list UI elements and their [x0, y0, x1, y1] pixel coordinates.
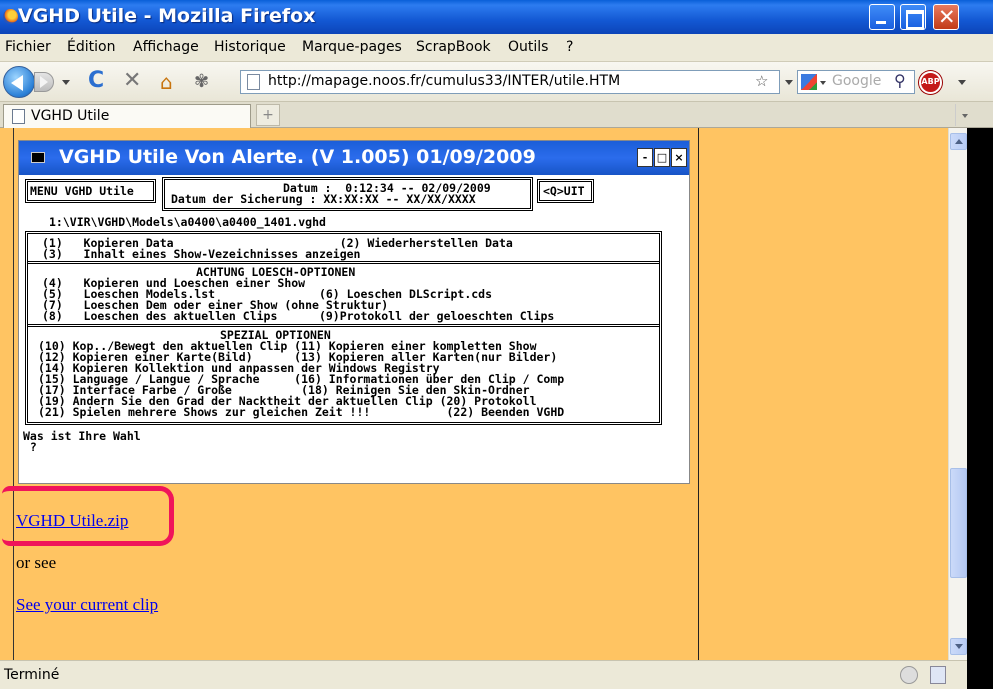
- scroll-up-button[interactable]: [950, 133, 967, 150]
- reload-icon[interactable]: C: [88, 68, 104, 93]
- menu-marque-pages[interactable]: Marque-pages: [302, 39, 402, 55]
- divider-1: [28, 261, 659, 264]
- toolbar-overflow-icon[interactable]: [958, 80, 966, 85]
- console-title: VGHD Utile Von Alerte. (V 1.005) 01/09/2…: [59, 146, 536, 168]
- console-title-bar: VGHD Utile Von Alerte. (V 1.005) 01/09/2…: [19, 141, 689, 175]
- tab-vghd-utile[interactable]: VGHD Utile: [3, 104, 251, 128]
- console-close-icon: ×: [671, 148, 687, 167]
- vertical-scrollbar[interactable]: [948, 128, 967, 660]
- current-clip-link[interactable]: See your current clip: [16, 595, 158, 615]
- column-divider: [698, 128, 699, 660]
- google-icon[interactable]: [801, 74, 817, 90]
- scroll-down-button[interactable]: [950, 638, 967, 655]
- file-path: 1:\VIR\VGHD\Models\a0400\a0400_1401.vghd: [49, 215, 326, 229]
- section-3: (10) Kop../Bewegt den aktuellen Clip (11…: [38, 339, 565, 419]
- tab-label: VGHD Utile: [31, 108, 110, 124]
- search-placeholder[interactable]: Google: [832, 73, 881, 89]
- divider-2: [28, 324, 659, 327]
- maximize-button[interactable]: [900, 4, 926, 30]
- page-icon: [247, 74, 260, 90]
- status-bar: Terminé: [0, 660, 967, 689]
- new-tab-button[interactable]: +: [256, 104, 280, 126]
- console-minimize-icon: -: [637, 148, 653, 167]
- search-engine-dropdown-icon[interactable]: [820, 81, 826, 85]
- status-bar-edge: [967, 660, 993, 689]
- adblock-plus-icon[interactable]: ABP: [919, 71, 942, 94]
- firefox-icon: [3, 9, 18, 24]
- url-dropdown-icon[interactable]: [785, 80, 793, 85]
- minimize-button[interactable]: [869, 4, 895, 30]
- quit-label: <Q>UIT: [543, 184, 585, 198]
- menu-label: MENU VGHD Utile: [30, 184, 134, 198]
- window-title-bar[interactable]: VGHD Utile - Mozilla Firefox ✕: [0, 0, 993, 34]
- console-screenshot: VGHD Utile Von Alerte. (V 1.005) 01/09/2…: [18, 140, 690, 484]
- scroll-thumb[interactable]: [950, 468, 967, 578]
- menu-bar: Fichier Édition Affichage Historique Mar…: [0, 34, 993, 62]
- stop-icon[interactable]: ✕: [123, 68, 141, 93]
- search-icon[interactable]: ⚲: [894, 71, 906, 90]
- home-icon[interactable]: ⌂: [160, 70, 173, 94]
- status-text: Terminé: [4, 667, 60, 683]
- window-right-edge: [967, 128, 993, 660]
- prompt: Was ist Ihre Wahl ?: [23, 429, 141, 454]
- forward-button[interactable]: [34, 72, 54, 92]
- console-maximize-icon: □: [654, 148, 670, 167]
- page-icon: [12, 109, 25, 124]
- tab-list-dropdown-icon[interactable]: [955, 104, 975, 126]
- quit-box: <Q>UIT: [537, 179, 594, 203]
- history-dropdown-icon[interactable]: [62, 80, 70, 85]
- back-button[interactable]: [3, 66, 35, 98]
- console-body: MENU VGHD Utile Datum : 0:12:34 -- 02/09…: [19, 175, 689, 483]
- menu-historique[interactable]: Historique: [214, 39, 286, 55]
- search-bar[interactable]: Google ⚲: [797, 70, 915, 94]
- menu-box: MENU VGHD Utile: [25, 179, 156, 203]
- section-2: (4) Kopieren und Loeschen einer Show (5)…: [42, 276, 555, 323]
- status-addon-icon[interactable]: [900, 666, 918, 684]
- datum-box: Datum : 0:12:34 -- 02/09/2009 Datum der …: [162, 177, 533, 211]
- status-page-icon[interactable]: [930, 666, 946, 684]
- abp-label: ABP: [921, 77, 940, 86]
- menu-fichier[interactable]: Fichier: [5, 39, 51, 55]
- navigation-toolbar: C ✕ ⌂ ✾ http://mapage.noos.fr/cumulus33/…: [0, 62, 993, 102]
- window-title: VGHD Utile - Mozilla Firefox: [18, 5, 316, 27]
- options-box: (1) Kopieren Data (2) Wiederherstellen D…: [25, 231, 662, 425]
- menu-scrapbook[interactable]: ScrapBook: [416, 39, 491, 55]
- close-icon: ✕: [938, 5, 956, 29]
- bookmark-star-icon[interactable]: ☆: [755, 72, 768, 90]
- datum-line-2: Datum der Sicherung : XX:XX:XX -- XX/XX/…: [171, 192, 476, 206]
- cmd-icon: [31, 152, 45, 163]
- close-button[interactable]: ✕: [933, 4, 959, 30]
- section-1: (1) Kopieren Data (2) Wiederherstellen D…: [42, 236, 513, 261]
- menu-outils[interactable]: Outils: [508, 39, 548, 55]
- menu-affichage[interactable]: Affichage: [133, 39, 199, 55]
- menu-help[interactable]: ?: [566, 39, 573, 55]
- left-divider: [13, 128, 14, 660]
- url-bar[interactable]: http://mapage.noos.fr/cumulus33/INTER/ut…: [240, 70, 780, 94]
- tab-bar: VGHD Utile +: [0, 102, 993, 128]
- vghd-utile-zip-link[interactable]: VGHD Utile.zip: [16, 511, 128, 531]
- menu-edition[interactable]: Édition: [67, 39, 115, 55]
- url-text[interactable]: http://mapage.noos.fr/cumulus33/INTER/ut…: [268, 73, 620, 89]
- scrapbook-icon[interactable]: ✾: [194, 71, 209, 92]
- or-see-text: or see: [16, 553, 57, 572]
- page-content: VGHD Utile Von Alerte. (V 1.005) 01/09/2…: [0, 128, 948, 660]
